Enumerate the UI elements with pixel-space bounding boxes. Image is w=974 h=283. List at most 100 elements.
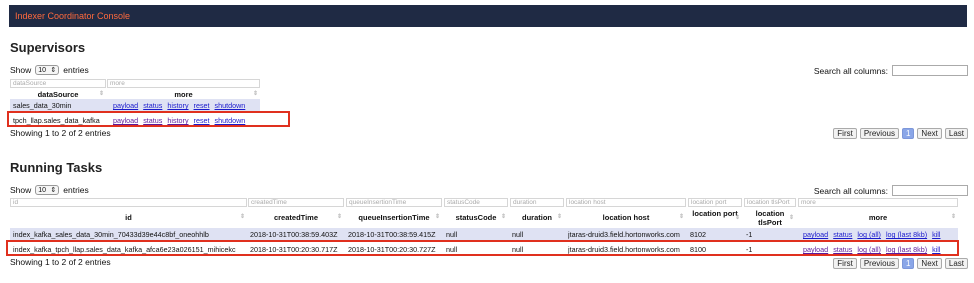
table-row: index_kafka_sales_data_30min_70433d39e44… bbox=[10, 228, 958, 240]
column-label: duration bbox=[522, 213, 552, 222]
search-input[interactable] bbox=[892, 185, 968, 196]
column-label: queueInsertionTime bbox=[358, 213, 430, 222]
running-tasks-heading: Running Tasks bbox=[10, 160, 103, 175]
payload-link[interactable]: payload bbox=[113, 101, 138, 110]
filter-datasource[interactable]: dataSource bbox=[10, 79, 106, 88]
cell-queueinsertiontime: 2018-10-31T00:38:59.415Z bbox=[348, 230, 436, 239]
show-label: Show bbox=[10, 65, 32, 75]
page-1-button[interactable]: 1 bbox=[901, 258, 915, 269]
column-label: more bbox=[868, 213, 888, 222]
column-label: createdTime bbox=[273, 213, 319, 222]
payload-link[interactable]: payload bbox=[803, 230, 828, 239]
show-label: Show bbox=[10, 185, 32, 195]
search-label: Search all columns: bbox=[813, 65, 888, 76]
tasks-length-control: Show 10 ⇕ entries bbox=[10, 185, 89, 195]
column-header-id[interactable]: id ⇕ bbox=[10, 213, 247, 222]
column-label: location tlsPort bbox=[755, 209, 785, 227]
column-header-queueinsertiontime[interactable]: queueInsertionTime ⇕ bbox=[346, 213, 442, 222]
cell-location-port: 8102 bbox=[690, 230, 706, 239]
sort-icon: ⇕ bbox=[336, 214, 342, 220]
filter-createdtime[interactable]: createdTime bbox=[248, 198, 344, 207]
supervisors-length-control: Show 10 ⇕ entries bbox=[10, 65, 89, 75]
entries-select[interactable]: 10 ⇕ bbox=[35, 65, 60, 75]
column-label: more bbox=[174, 90, 193, 99]
entries-select[interactable]: 10 ⇕ bbox=[35, 185, 60, 195]
cell-location-tlsport: -1 bbox=[746, 230, 753, 239]
column-label: statusCode bbox=[455, 213, 497, 222]
previous-page-button[interactable]: Previous bbox=[859, 128, 899, 139]
column-header-location-port[interactable]: location port ⇕ bbox=[688, 209, 742, 221]
column-header-location-tlsport[interactable]: location tlsPort ⇕ bbox=[744, 209, 796, 227]
sort-icon: ⇕ bbox=[252, 91, 258, 97]
sort-icon: ⇕ bbox=[556, 214, 562, 220]
app-header: Indexer Coordinator Console bbox=[9, 5, 967, 27]
cell-location-host: jtaras-druid3.field.hortonworks.com bbox=[568, 230, 680, 239]
next-page-button[interactable]: Next bbox=[917, 128, 942, 139]
page-1-button[interactable]: 1 bbox=[901, 128, 915, 139]
filter-location-host[interactable]: location host bbox=[566, 198, 686, 207]
filter-more[interactable]: more bbox=[798, 198, 958, 207]
sort-icon: ⇕ bbox=[788, 215, 794, 221]
sort-icon: ⇕ bbox=[734, 215, 740, 221]
search-label: Search all columns: bbox=[813, 185, 888, 196]
supervisors-table-info: Showing 1 to 2 of 2 entries bbox=[10, 128, 111, 138]
app-title: Indexer Coordinator Console bbox=[15, 11, 131, 21]
kill-link[interactable]: kill bbox=[932, 230, 940, 239]
last-page-button[interactable]: Last bbox=[944, 128, 968, 139]
cell-datasource: sales_data_30min bbox=[13, 101, 72, 110]
column-header-datasource[interactable]: dataSource ⇕ bbox=[10, 90, 106, 99]
supervisors-pagination: First Previous 1 Next Last bbox=[833, 128, 968, 139]
table-row: sales_data_30min payload status history res… bbox=[10, 99, 260, 111]
tasks-pagination: First Previous 1 Next Last bbox=[833, 258, 968, 269]
filter-id[interactable]: id bbox=[10, 198, 247, 207]
tasks-table-info: Showing 1 to 2 of 2 entries bbox=[10, 257, 111, 267]
log-all-link[interactable]: log (all) bbox=[857, 230, 881, 239]
column-label: location host bbox=[602, 213, 650, 222]
filter-more[interactable]: more bbox=[107, 79, 260, 88]
sort-icon: ⇕ bbox=[98, 91, 104, 97]
status-link[interactable]: status bbox=[143, 101, 162, 110]
filter-duration[interactable]: duration bbox=[510, 198, 564, 207]
cell-statuscode: null bbox=[446, 230, 458, 239]
entries-select-value: 10 bbox=[38, 186, 47, 194]
history-link[interactable]: history bbox=[167, 101, 188, 110]
cell-id: index_kafka_sales_data_30min_70433d39e44… bbox=[13, 230, 209, 239]
sort-icon: ⇕ bbox=[500, 214, 506, 220]
column-label: id bbox=[125, 213, 132, 222]
sort-icon: ⇕ bbox=[678, 214, 684, 220]
reset-link[interactable]: reset bbox=[194, 101, 210, 110]
supervisors-search: Search all columns: bbox=[814, 65, 968, 76]
highlight-box bbox=[7, 111, 290, 127]
column-label: location port bbox=[692, 209, 738, 218]
next-page-button[interactable]: Next bbox=[917, 258, 942, 269]
first-page-button[interactable]: First bbox=[833, 128, 857, 139]
column-header-duration[interactable]: duration ⇕ bbox=[510, 213, 564, 222]
column-header-more[interactable]: more ⇕ bbox=[107, 90, 260, 99]
sort-icon: ⇕ bbox=[239, 214, 245, 220]
status-link[interactable]: status bbox=[833, 230, 852, 239]
search-input[interactable] bbox=[892, 65, 968, 76]
last-page-button[interactable]: Last bbox=[944, 258, 968, 269]
filter-location-port[interactable]: location port bbox=[688, 198, 742, 207]
column-header-createdtime[interactable]: createdTime ⇕ bbox=[248, 213, 344, 222]
filter-location-tlsport[interactable]: location tlsPort bbox=[744, 198, 796, 207]
column-header-more[interactable]: more ⇕ bbox=[798, 213, 958, 222]
select-arrows-icon: ⇕ bbox=[50, 187, 57, 194]
previous-page-button[interactable]: Previous bbox=[859, 258, 899, 269]
first-page-button[interactable]: First bbox=[833, 258, 857, 269]
supervisors-heading: Supervisors bbox=[10, 40, 86, 55]
filter-statuscode[interactable]: statusCode bbox=[444, 198, 508, 207]
highlight-box bbox=[6, 240, 959, 256]
cell-createdtime: 2018-10-31T00:38:59.403Z bbox=[250, 230, 338, 239]
column-header-statuscode[interactable]: statusCode ⇕ bbox=[444, 213, 508, 222]
column-label: dataSource bbox=[37, 90, 79, 99]
column-header-location-host[interactable]: location host ⇕ bbox=[566, 213, 686, 222]
sort-icon: ⇕ bbox=[434, 214, 440, 220]
log-last-8kb-link[interactable]: log (last 8kb) bbox=[886, 230, 927, 239]
entries-select-value: 10 bbox=[38, 66, 47, 74]
select-arrows-icon: ⇕ bbox=[50, 67, 57, 74]
cell-duration: null bbox=[512, 230, 524, 239]
filter-queueinsertiontime[interactable]: queueInsertionTime bbox=[346, 198, 442, 207]
shutdown-link[interactable]: shutdown bbox=[215, 101, 246, 110]
entries-label: entries bbox=[63, 185, 89, 195]
